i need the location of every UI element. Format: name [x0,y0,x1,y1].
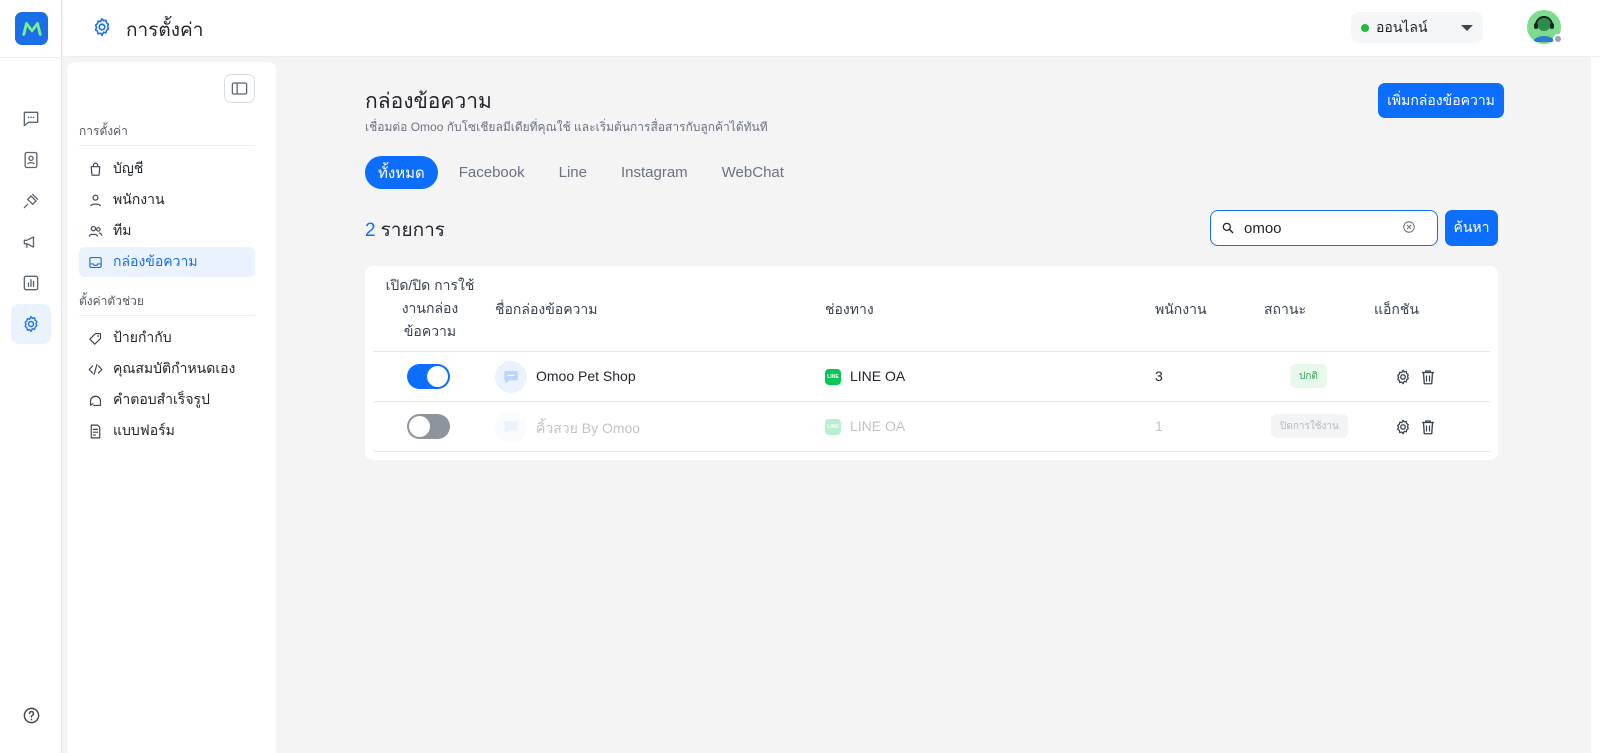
top-header: การตั้งค่า ออนไลน์ [63,0,1600,57]
page-subtitle: เชื่อมต่อ Omoo กับโซเชียลมีเดียที่คุณใช้… [365,120,768,134]
column-header-action: แอ็กชัน [1374,301,1419,317]
avatar-status-badge [1553,34,1563,44]
inbox-staff-count: 1 [1155,418,1163,434]
sidebar-item-label: คำตอบสำเร็จรูป [113,391,210,407]
contacts-icon[interactable] [11,140,51,180]
sidebar-item-label: บัญชี [113,160,144,176]
add-inbox-button[interactable]: เพิ่มกล่องข้อความ [1378,83,1504,118]
main-content: กล่องข้อความ เชื่อมต่อ Omoo กับโซเชียลมี… [280,57,1591,753]
sidebar-item-label: ทีม [113,222,132,238]
search-icon [1222,222,1234,234]
status-badge: ปกติ [1290,364,1327,388]
code-icon [88,363,103,375]
inbox-icon [89,256,102,268]
sidebar-item-account[interactable]: บัญชี [79,154,255,184]
column-header-channel: ช่องทาง [825,301,874,317]
chat-icon[interactable] [11,99,51,139]
inbox-channel: LINE OA [850,368,906,384]
result-count-label: รายการ [380,220,445,241]
users-icon [88,225,103,237]
app-logo-icon[interactable] [15,12,48,45]
icon-rail [0,0,62,753]
settings-gear-icon[interactable] [1394,368,1412,386]
inbox-enable-toggle[interactable] [407,414,450,439]
tab-all[interactable]: ทั้งหมด [365,156,438,189]
column-header-toggle: เปิด/ปิด การใช้งานกล่องข้อความ [385,277,475,339]
sidebar-item-forms[interactable]: แบบฟอร์ม [79,416,255,446]
clear-search-icon[interactable] [1402,220,1416,234]
trash-icon[interactable] [1419,368,1437,386]
search-field[interactable] [1210,210,1438,246]
sidebar-item-tags[interactable]: ป้ายกำกับ [79,323,255,353]
form-icon [90,424,101,438]
online-status-select[interactable]: ออนไลน์ [1351,12,1483,43]
inbox-name[interactable]: คิ้วสวย By Omoo [536,418,640,440]
toggle-knob [409,416,430,437]
sidebar-section-helpers: ตั้งค่าตัวช่วย [79,294,144,308]
rail-divider [0,57,62,58]
table-row: Omoo Pet Shop LINE LINE OA 3 ปกติ [373,352,1490,402]
toggle-knob [427,366,448,387]
sidebar-item-label: กล่องข้อความ [113,253,198,269]
inbox-name[interactable]: Omoo Pet Shop [536,368,636,384]
result-count: 2 รายการ [365,215,445,245]
scrollbar-track[interactable] [1591,57,1600,753]
line-icon: LINE [825,369,841,385]
search-input[interactable] [1244,219,1404,237]
inbox-staff-count: 3 [1155,368,1163,384]
tag-icon [89,332,102,345]
inbox-channel: LINE OA [850,418,906,434]
sidebar-panel-icon [231,82,248,95]
integration-plug-icon[interactable] [11,181,51,221]
column-header-status: สถานะ [1264,301,1306,317]
report-chart-icon[interactable] [11,263,51,303]
inbox-table: เปิด/ปิด การใช้งานกล่องข้อความ ชื่อกล่อง… [365,266,1498,460]
settings-gear-icon[interactable] [1394,418,1412,436]
settings-sidebar: การตั้งค่า บัญชี พนักงาน ทีม กล่องข้อควา… [67,62,276,753]
table-row: คิ้วสวย By Omoo LINE LINE OA 1 ปิดการใช้… [373,402,1490,452]
inbox-avatar-icon [495,411,527,443]
page-title: กล่องข้อความ [365,90,492,113]
tab-facebook[interactable]: Facebook [446,156,538,189]
sidebar-divider [79,145,255,146]
online-status-label: ออนไลน์ [1376,18,1428,35]
settings-title-icon [94,17,110,37]
help-icon[interactable] [22,706,41,725]
sidebar-item-inbox[interactable]: กล่องข้อความ [79,247,255,277]
sidebar-item-team[interactable]: ทีม [79,216,255,246]
bag-icon [90,162,101,176]
trash-icon[interactable] [1419,418,1437,436]
sidebar-item-label: พนักงาน [113,191,165,207]
sidebar-item-staff[interactable]: พนักงาน [79,185,255,215]
page-header-title: การตั้งค่า [126,20,204,41]
search-button[interactable]: ค้นหา [1445,210,1498,246]
sidebar-divider [79,315,255,316]
tab-instagram[interactable]: Instagram [608,156,701,189]
status-badge: ปิดการใช้งาน [1271,414,1348,438]
column-header-staff: พนักงาน [1155,301,1207,317]
user-icon [89,194,102,206]
sidebar-collapse-button[interactable] [224,74,255,103]
column-header-name: ชื่อกล่องข้อความ [495,301,598,317]
tab-webchat[interactable]: WebChat [709,156,797,189]
result-count-number: 2 [365,220,376,241]
chevron-down-icon [1461,25,1473,31]
inbox-avatar-icon [495,361,527,393]
inbox-enable-toggle[interactable] [407,364,450,389]
sidebar-item-custom-attributes[interactable]: คุณสมบัติกำหนดเอง [79,354,255,384]
sidebar-item-label: คุณสมบัติกำหนดเอง [113,360,236,376]
sidebar-item-label: แบบฟอร์ม [113,422,175,438]
sidebar-item-canned-responses[interactable]: คำตอบสำเร็จรูป [79,385,255,415]
megaphone-icon[interactable] [11,222,51,262]
sidebar-item-label: ป้ายกำกับ [113,329,172,345]
tab-line[interactable]: Line [546,156,600,189]
online-dot-icon [1361,23,1369,32]
line-icon: LINE [825,419,841,435]
settings-gear-icon[interactable] [11,304,51,344]
channel-tabs: ทั้งหมด Facebook Line Instagram WebChat [365,156,805,189]
sidebar-section-settings: การตั้งค่า [79,124,128,138]
chat-reply-icon [89,395,102,406]
